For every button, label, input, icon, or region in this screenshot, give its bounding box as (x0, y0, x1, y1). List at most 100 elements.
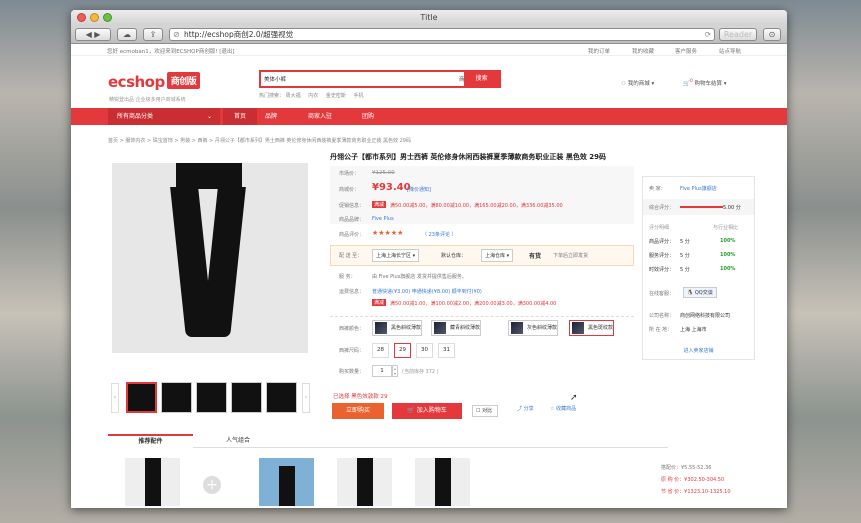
thumbs-next-button[interactable]: › (302, 383, 310, 413)
bundle-image[interactable] (259, 458, 314, 506)
fee-promo-tag: 满减 (372, 299, 387, 306)
hot-word[interactable]: 周大福 (286, 93, 301, 99)
compare-button[interactable]: ☐ 对比 (472, 405, 498, 417)
hot-word[interactable]: 金史密斯 (326, 93, 346, 99)
rating-count[interactable]: （ 23条评论 ） (422, 231, 457, 238)
rating-label: 商品评价： (339, 232, 365, 238)
qq-icon: 🐧 (687, 290, 695, 296)
cloud-icon[interactable]: ☁ (117, 28, 137, 41)
nav-item-home[interactable]: 首页 (223, 108, 257, 125)
my-store-link[interactable]: ⚇ 我的商城 ▾ (621, 79, 654, 87)
ship-region-select[interactable]: 上海上海长宁区 ▾ (372, 249, 420, 262)
qq-chat-button[interactable]: 🐧 QQ交谈 (683, 287, 717, 298)
color-option-selected[interactable]: 黑色斑纹款 (569, 320, 615, 336)
quantity-stepper[interactable]: ▴ ▾ (392, 365, 398, 377)
fee-text[interactable]: 普通快递(¥3.00) 申通快递(¥8.00) 顺丰到付(¥0) (372, 288, 482, 295)
market-price-label: 市场价： (339, 171, 360, 177)
product-main-image[interactable] (112, 163, 308, 353)
maximize-icon[interactable] (103, 13, 112, 22)
company-label: 公司名称： (649, 313, 675, 319)
divider (330, 316, 634, 317)
search-button[interactable]: 搜索 (464, 72, 499, 86)
fee-promo-text: 满50.00减1.00，满100.00减2.00，满200.00减3.00，满3… (390, 301, 557, 307)
topbar-link-favorites[interactable]: 我的收藏 (632, 47, 654, 55)
nav-item-brand[interactable]: 品牌 (265, 108, 277, 125)
site-topbar: 您好 ecmoban1，欢迎来到ECSHOP商创版! [退出] 我的订单 我的收… (71, 44, 787, 56)
welcome-text: 您好 ecmoban1，欢迎来到ECSHOP商创版! [退出] (107, 49, 235, 55)
cart-link[interactable]: 🛒0 购物车结算 ▾ (683, 79, 727, 87)
color-option[interactable]: 灰色斜纹薄款 (508, 320, 559, 336)
share-icon[interactable]: ⇪ (143, 28, 163, 41)
store-link[interactable]: Five Plus旗舰店 (680, 185, 717, 192)
bundle-tabs: 推荐配件 人气组合 (108, 434, 668, 448)
shop-price-label: 商城价： (339, 187, 360, 193)
size-option[interactable]: 31 (438, 343, 455, 358)
chevron-down-icon: ⌄ (206, 113, 212, 120)
cart-count: 0 (689, 79, 693, 85)
color-option[interactable]: 藏青斜纹薄款 (431, 320, 482, 336)
slogan: 精锐登出品 企业级多用户商城系统 (109, 97, 186, 103)
topbar-link-orders[interactable]: 我的订单 (588, 47, 610, 55)
topbar-link-sitenav[interactable]: 站点导航 (719, 47, 741, 55)
enter-store-link[interactable]: 进入卖家店铺 (643, 347, 754, 354)
url-text: http://ecshop商创2.0/超强视觉 (184, 30, 294, 39)
hot-word[interactable]: 内衣 (308, 93, 318, 99)
reload-icon[interactable]: ⟳ (705, 29, 711, 40)
nav-item-merchant[interactable]: 商家入驻 (308, 108, 332, 125)
bundle-savings: 节 省 价：¥1323.10-1325.10 (661, 489, 731, 495)
company-name: 商创网络科技有限公司 (680, 313, 731, 319)
plus-icon: + (203, 476, 221, 494)
cart-icon: 🛒 (683, 81, 690, 87)
thumb-image[interactable] (266, 382, 297, 413)
topbar-link-service[interactable]: 客户服务 (675, 47, 697, 55)
thumb-image[interactable] (196, 382, 227, 413)
size-option[interactable]: 28 (372, 343, 389, 358)
share-button[interactable]: ⤴ 分享 (517, 405, 534, 412)
size-option-selected[interactable]: 29 (394, 343, 411, 358)
thumbs-prev-button[interactable]: ‹ (111, 383, 119, 413)
hot-search-label: 热门搜索： (259, 93, 285, 99)
back-forward-buttons[interactable]: ◀ ▶ (75, 28, 111, 41)
bundle-image[interactable] (337, 458, 392, 506)
compare-header: 与行业相比 (713, 225, 739, 231)
rating-row-percent: 100% (720, 238, 736, 244)
thumb-image[interactable] (161, 382, 192, 413)
share-icon: ⤴ (517, 406, 524, 412)
mouse-cursor: ➚ (570, 393, 578, 403)
reader-button[interactable]: Reader (719, 28, 757, 41)
price-notice-link[interactable]: [降价通知] (407, 186, 431, 193)
size-option[interactable]: 30 (416, 343, 433, 358)
service-label: 服 务： (339, 274, 356, 280)
site-header: ecshop商创版 精锐登出品 企业级多用户商城系统 美体小裤 商品 搜索 热门… (71, 56, 787, 108)
swatch-image (375, 322, 387, 334)
service-text: 由 Five Plus旗舰店 发货并提供售后服务。 (372, 274, 467, 280)
warehouse-select[interactable]: 上海仓库 ▾ (481, 249, 514, 262)
buy-now-button[interactable]: 立即购买 (332, 403, 384, 419)
bundle-image[interactable] (415, 458, 470, 506)
address-bar[interactable]: ⊘ http://ecshop商创2.0/超强视觉 ⟳ (169, 28, 715, 41)
tab-recommended[interactable]: 推荐配件 (108, 434, 193, 448)
size-label: 西裤尺码： (339, 348, 365, 354)
thumb-image[interactable] (126, 382, 157, 413)
minimize-icon[interactable] (90, 13, 99, 22)
close-icon[interactable] (77, 13, 86, 22)
score-label: 综合评分： (649, 205, 675, 211)
quantity-input[interactable]: 1 (372, 365, 392, 377)
search-input[interactable]: 美体小裤 (264, 75, 286, 83)
add-to-cart-button[interactable]: 🛒 加入购物车 (392, 403, 462, 419)
tab-combo[interactable]: 人气组合 (208, 435, 268, 447)
bundle-image[interactable] (125, 458, 180, 506)
color-option[interactable]: 黑色斜纹薄款 (372, 320, 423, 336)
site-logo[interactable]: ecshop 商创版 (108, 72, 201, 91)
thumb-image[interactable] (231, 382, 262, 413)
shop-panel: 卖 家： Five Plus旗舰店 综合评分： 5.00 分 评分明细 与行业相… (642, 176, 755, 360)
favorite-button[interactable]: ☆ 收藏商品 (550, 405, 576, 412)
hot-word[interactable]: 手机 (353, 93, 363, 99)
rating-row-label: 服务评分： (649, 253, 675, 259)
shop-price: ¥93.40 (372, 182, 411, 193)
all-categories[interactable]: 所有商品分类 ⌄ (108, 108, 220, 125)
breadcrumb[interactable]: 首页 > 服饰内衣 > 珠宝首饰 > 男装 > 西裤 > 丹翎公子【都市系列】男… (108, 137, 411, 144)
nav-item-groupbuy[interactable]: 团购 (362, 108, 374, 125)
brand-link[interactable]: Five Plus (372, 216, 394, 222)
downloads-icon[interactable]: ⊙ (763, 28, 781, 41)
